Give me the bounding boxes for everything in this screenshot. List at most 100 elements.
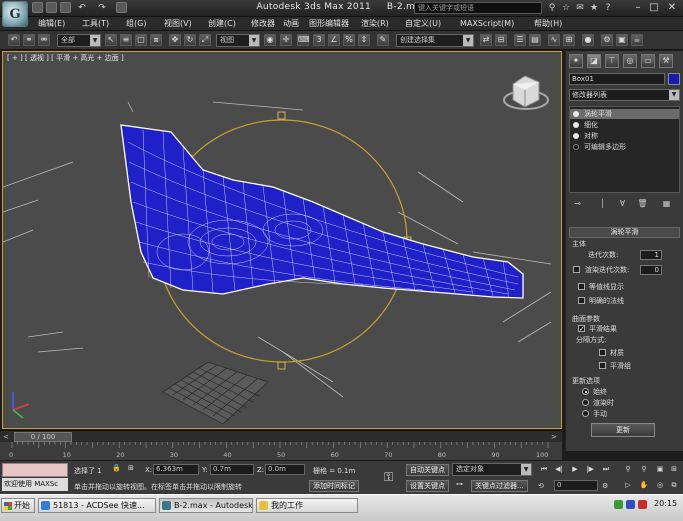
search-icon[interactable]: ⚲	[546, 2, 558, 14]
key-mode-toggle-icon[interactable]: ⟲	[538, 482, 544, 490]
render-iters-checkbox[interactable]	[573, 266, 580, 273]
update-button[interactable]: 更新	[591, 423, 655, 437]
rotate-icon[interactable]: ↻	[184, 34, 196, 46]
show-end-result-icon[interactable]: │	[596, 198, 609, 210]
x-coordinate-field[interactable]: 6.363m	[153, 464, 199, 475]
zoom-icon[interactable]: ⚲	[622, 464, 634, 475]
keyboard-shortcut-icon[interactable]: ⌨	[297, 34, 310, 46]
reference-coordinate-dropdown[interactable]: 视图 ▼	[216, 34, 260, 47]
display-tab-icon[interactable]: ▭	[641, 54, 655, 68]
gizmo-handle-bottom[interactable]	[277, 361, 286, 370]
select-manipulate-icon[interactable]: ✛	[280, 34, 292, 46]
menu-modifiers[interactable]: 修改器	[251, 18, 275, 30]
menu-animation[interactable]: 动画	[283, 18, 299, 30]
go-to-end-icon[interactable]: ⏭	[600, 464, 612, 475]
selection-filter-dropdown[interactable]: 全部 ▼	[57, 34, 101, 47]
unlink-icon[interactable]: ⚮	[38, 34, 50, 46]
stack-item-symmetry[interactable]: 对称	[570, 131, 679, 141]
key-filters-button[interactable]: 关键点过滤器...	[471, 480, 528, 492]
lock-selection-icon[interactable]: 🔒	[112, 464, 121, 472]
undo-icon[interactable]: ↶	[76, 2, 88, 14]
viewport-scene[interactable]	[3, 52, 562, 429]
object-color-swatch[interactable]	[668, 73, 680, 85]
move-icon[interactable]: ✥	[169, 34, 181, 46]
menu-create[interactable]: 创建(C)	[208, 18, 236, 30]
align-icon[interactable]: ⊟	[495, 34, 507, 46]
menu-customize[interactable]: 自定义(U)	[405, 18, 441, 30]
menu-graph-editors[interactable]: 图形编辑器	[309, 18, 349, 30]
start-button[interactable]: 开始	[1, 498, 35, 513]
turbosmooth-rollout-header[interactable]: 涡轮平滑	[569, 227, 680, 238]
open-file-icon[interactable]	[46, 2, 57, 13]
go-to-start-icon[interactable]: ⏮	[538, 464, 550, 475]
set-key-button[interactable]: 设置关键点	[406, 480, 449, 492]
project-folder-icon[interactable]	[116, 2, 127, 13]
minimize-icon[interactable]: –	[632, 2, 644, 14]
hierarchy-tab-icon[interactable]: ⊤	[605, 54, 619, 68]
favorites-icon[interactable]: ★	[588, 2, 600, 14]
make-unique-icon[interactable]: ∀	[616, 198, 629, 210]
auto-key-button[interactable]: 自动关键点	[406, 464, 449, 476]
light-bulb-icon[interactable]	[573, 111, 579, 117]
selection-region-icon[interactable]: ▢	[135, 34, 147, 46]
gizmo-handle-top[interactable]	[277, 111, 286, 120]
redo-icon[interactable]: ↷	[96, 2, 108, 14]
viewport-label[interactable]: [ + ] [ 透视 ] [ 平滑 + 高光 + 边面 ]	[7, 53, 124, 63]
smooth-result-checkbox[interactable]: ✓	[578, 325, 585, 333]
materials-checkbox[interactable]	[599, 349, 606, 356]
pin-stack-icon[interactable]: ⊸	[571, 198, 584, 210]
render-production-icon[interactable]: ☕	[631, 34, 643, 46]
configure-sets-icon[interactable]: ▦	[660, 198, 673, 210]
menu-tools[interactable]: 工具(T)	[82, 18, 109, 30]
schematic-view-icon[interactable]: ⊞	[563, 34, 575, 46]
zoom-all-icon[interactable]: ⚲	[638, 464, 650, 475]
modifier-list-dropdown[interactable]: 修改器列表 ▼	[569, 89, 680, 101]
close-icon[interactable]: ✕	[666, 2, 678, 14]
graphite-ribbon-icon[interactable]: ▤	[529, 34, 541, 46]
save-icon[interactable]	[60, 2, 71, 13]
material-editor-icon[interactable]: ●	[582, 34, 594, 46]
menu-rendering[interactable]: 渲染(R)	[361, 18, 389, 30]
stack-item-editable-poly[interactable]: 可编辑多边形	[570, 142, 679, 152]
y-coordinate-field[interactable]: 0.7m	[210, 464, 254, 475]
create-tab-icon[interactable]: ✦	[569, 54, 583, 68]
snaps-toggle-icon[interactable]: 3	[313, 34, 325, 46]
current-frame-field[interactable]: 0	[554, 480, 598, 491]
select-by-name-icon[interactable]: ≡	[120, 34, 132, 46]
explicit-normals-checkbox[interactable]	[578, 297, 585, 304]
light-bulb-off-icon[interactable]	[573, 144, 579, 150]
named-selection-dropdown[interactable]: 创建选择集 ▼	[396, 34, 474, 47]
orbit-icon[interactable]: ◎	[654, 480, 666, 491]
render-setup-icon[interactable]: ⚙	[601, 34, 613, 46]
time-slider-thumb[interactable]: 0 / 100	[14, 432, 72, 442]
link-icon[interactable]: ⚭	[23, 34, 35, 46]
selected-object-dropdown[interactable]: 选定对象 ▼	[452, 463, 532, 476]
smoothing-groups-checkbox[interactable]	[599, 362, 606, 369]
search-input[interactable]: 键入关键字或短语	[414, 2, 542, 14]
maximize-viewport-icon[interactable]: ⧉	[668, 480, 680, 491]
add-time-tag-button[interactable]: 添加时间标记	[309, 480, 359, 492]
new-file-icon[interactable]	[32, 2, 43, 13]
angle-snap-icon[interactable]: ∠	[328, 34, 340, 46]
maxscript-welcome[interactable]: 欢迎使用 MAXSc	[2, 478, 68, 491]
field-of-view-icon[interactable]: ▷	[622, 480, 634, 491]
time-config-icon[interactable]: ⚙	[602, 482, 608, 490]
play-icon[interactable]: ▶	[569, 464, 581, 475]
pan-icon[interactable]: ✋	[638, 480, 650, 491]
undo-scene-icon[interactable]: ↶	[8, 34, 20, 46]
percent-snap-icon[interactable]: %	[343, 34, 355, 46]
b2-bomber-mesh[interactable]	[120, 124, 524, 299]
zoom-extents-all-icon[interactable]: ⊞	[668, 464, 680, 475]
next-frame-icon[interactable]: >	[551, 433, 557, 441]
set-key-icon[interactable]: ⊶	[456, 480, 463, 488]
isoline-checkbox[interactable]	[578, 283, 585, 290]
object-name-field[interactable]: Box01	[569, 73, 665, 85]
absolute-mode-icon[interactable]: ⊞	[128, 464, 134, 472]
menu-maxscript[interactable]: MAXScript(M)	[460, 18, 514, 30]
render-iters-spinner[interactable]: 0	[640, 265, 662, 275]
maxscript-listener-mini[interactable]	[2, 463, 68, 477]
application-menu-button[interactable]: G	[2, 1, 28, 27]
network-icon[interactable]	[614, 500, 623, 509]
key-mode-icon[interactable]: ⚿	[384, 470, 393, 485]
viewcube[interactable]	[503, 75, 549, 110]
